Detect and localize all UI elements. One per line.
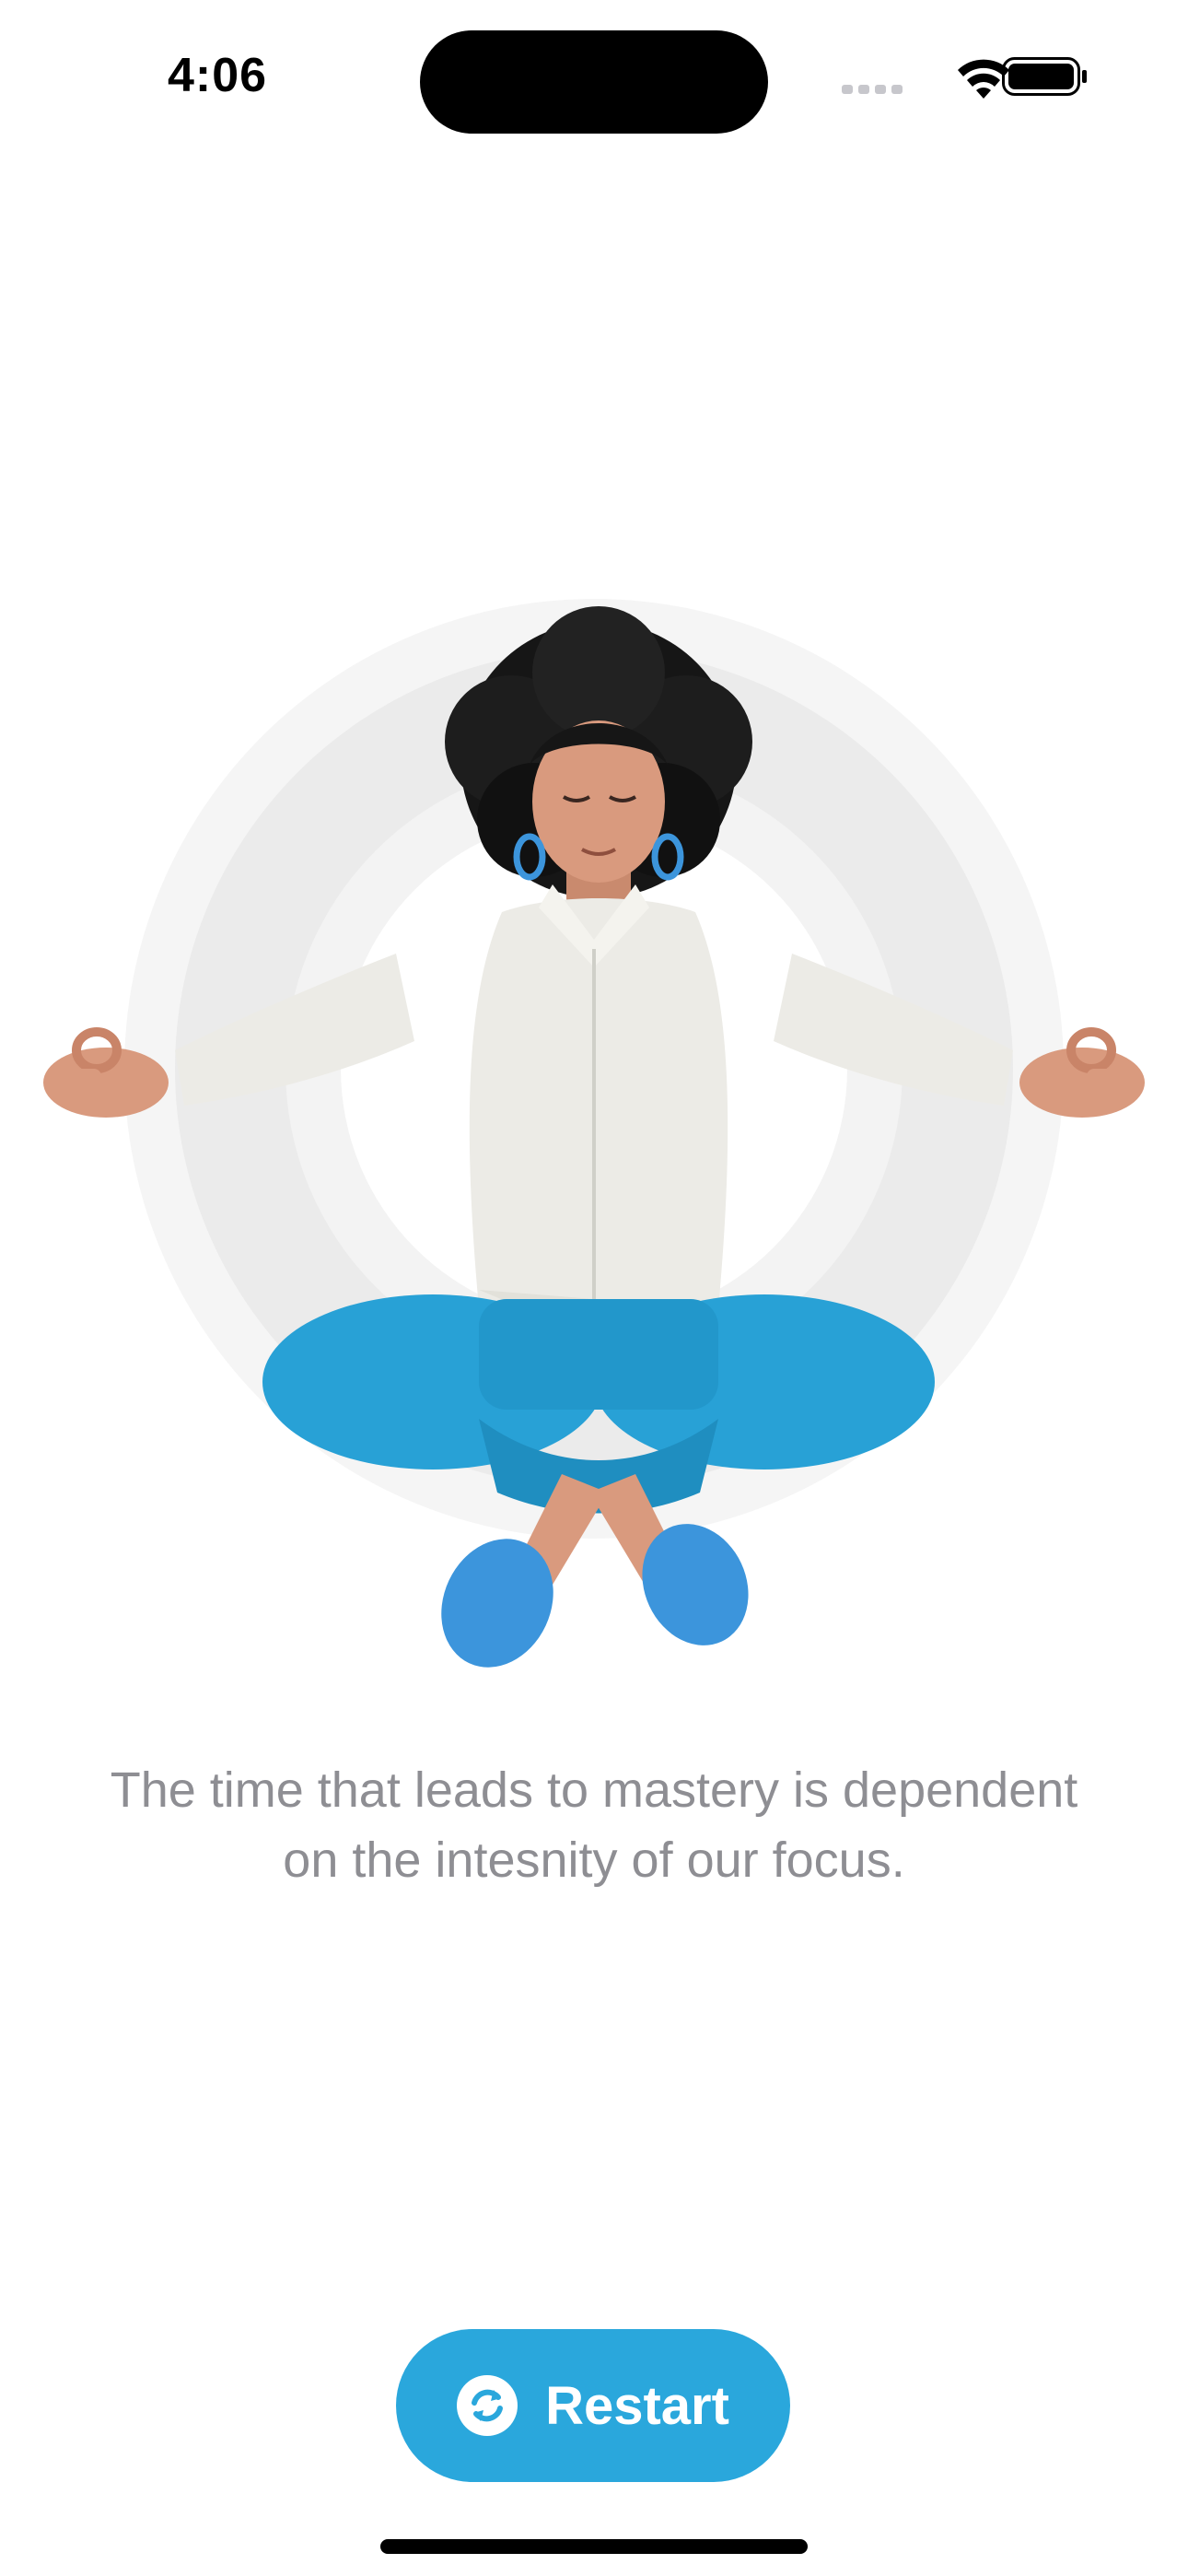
dynamic-island [420,30,768,134]
battery-icon [1002,57,1087,96]
home-indicator[interactable] [380,2539,808,2554]
pants [262,1294,935,1514]
status-icons [842,57,1087,99]
restart-button[interactable]: Restart [396,2329,790,2482]
restart-button-label: Restart [545,2375,729,2436]
wifi-icon [958,59,1009,99]
status-bar: 4:06 [0,0,1188,157]
status-time: 4:06 [168,49,268,102]
quote-line-2: on the intesnity of our focus. [283,1832,905,1888]
quote-line-1: The time that leads to mastery is depend… [110,1762,1078,1818]
meditation-illustration [0,590,1188,1723]
focus-quote: The time that leads to mastery is depend… [55,1755,1133,1895]
cellular-signal-icon [842,85,903,94]
shirt [469,884,728,1336]
refresh-icon [457,2375,518,2436]
meditating-woman-illustration [43,599,1145,1668]
